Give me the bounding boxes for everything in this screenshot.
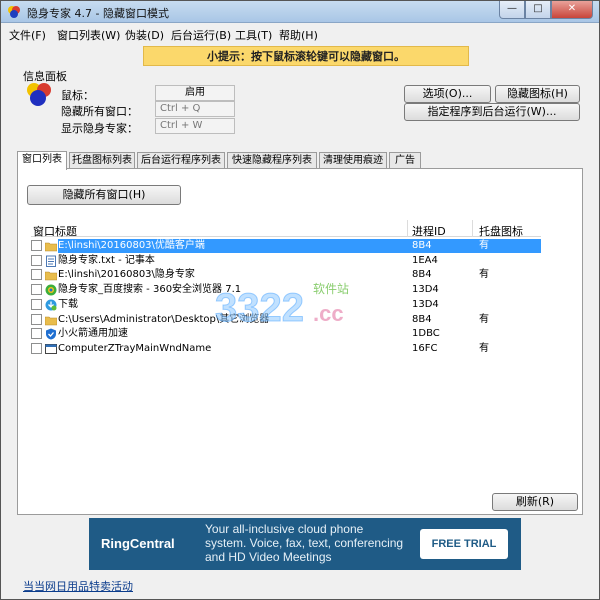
tab-quick-hide[interactable]: 快速隐藏程序列表 (227, 152, 317, 169)
mouse-label: 鼠标： (61, 89, 94, 102)
row-title: 小火箭通用加速 (58, 328, 128, 339)
hide-icon-button[interactable]: 隐藏图标(H) (495, 85, 580, 103)
row-title: 下载 (58, 299, 78, 310)
ad-banner[interactable]: RingCentral Your all-inclusive cloud pho… (89, 518, 521, 570)
table-row[interactable]: 小火箭通用加速 1DBC (31, 327, 541, 341)
row-title: 隐身专家.txt - 记事本 (58, 255, 155, 266)
row-tray: 有 (479, 269, 489, 280)
tab-ads[interactable]: 广告 (389, 152, 421, 169)
grid-header: 窗口标题 进程ID 托盘图标 (31, 220, 541, 239)
table-row[interactable]: E:\linshi\20160803\优酷客户端 8B4 有 (31, 239, 541, 253)
menu-window-list[interactable]: 窗口列表(W) (57, 27, 120, 43)
menu-disguise[interactable]: 伪装(D) (125, 27, 164, 43)
row-tray: 有 (479, 314, 489, 325)
row-pid: 1DBC (412, 328, 440, 339)
row-title: C:\Users\Administrator\Desktop\其它浏览器 (58, 314, 270, 325)
row-checkbox[interactable] (31, 284, 42, 295)
row-checkbox[interactable] (31, 314, 42, 325)
row-checkbox[interactable] (31, 299, 42, 310)
free-trial-button[interactable]: FREE TRIAL (420, 529, 508, 559)
maximize-button[interactable]: □ (525, 1, 551, 19)
row-tray: 有 (479, 240, 489, 251)
table-row[interactable]: C:\Users\Administrator\Desktop\其它浏览器 8B4 有 (31, 313, 541, 327)
show-label: 显示隐身专家： (61, 122, 138, 135)
table-row[interactable]: 隐身专家_百度搜索 - 360安全浏览器 7.1 13D4 (31, 283, 541, 297)
row-pid: 1EA4 (412, 255, 438, 266)
row-pid: 8B4 (412, 314, 432, 325)
menu-help[interactable]: 帮助(H) (279, 27, 318, 43)
ad-logo: RingCentral (101, 536, 175, 551)
row-checkbox[interactable] (31, 269, 42, 280)
notepad-icon (45, 255, 57, 267)
row-pid: 13D4 (412, 299, 439, 310)
mouse-value: 启用 (155, 85, 235, 101)
menu-file[interactable]: 文件(F) (9, 27, 46, 43)
hint-banner: 小提示：按下鼠标滚轮键可以隐藏窗口。 (143, 46, 469, 66)
hide-all-hotkey[interactable]: Ctrl + Q (155, 101, 235, 117)
row-pid: 8B4 (412, 269, 432, 280)
menu-bar: 文件(F) 窗口列表(W) 伪装(D) 后台运行(B) 工具(T) 帮助(H) (1, 24, 599, 42)
row-tray: 有 (479, 343, 489, 354)
row-checkbox[interactable] (31, 328, 42, 339)
window-title: 隐身专家 4.7 - 隐藏窗口模式 (27, 7, 169, 20)
row-checkbox[interactable] (31, 343, 42, 354)
download-icon (45, 299, 57, 311)
run-background-button[interactable]: 指定程序到后台运行(W)... (404, 103, 580, 121)
window-icon (45, 343, 57, 355)
folder-icon (44, 240, 58, 252)
menu-tools[interactable]: 工具(T) (235, 27, 272, 43)
row-checkbox[interactable] (31, 255, 42, 266)
refresh-button[interactable]: 刷新(R) (492, 493, 578, 511)
folder-icon (44, 314, 58, 326)
row-checkbox[interactable] (31, 240, 42, 251)
ad-text: Your all-inclusive cloud phone system. V… (205, 522, 404, 564)
main-window: 隐身专家 4.7 - 隐藏窗口模式 — □ ✕ 文件(F) 窗口列表(W) 伪装… (0, 0, 600, 600)
app-icon (8, 6, 20, 18)
row-title: E:\linshi\20160803\优酷客户端 (58, 239, 408, 253)
options-button[interactable]: 选项(O)... (404, 85, 491, 103)
column-tray[interactable]: 托盘图标 (479, 223, 523, 239)
tab-background-programs[interactable]: 后台运行程序列表 (137, 152, 225, 169)
table-row[interactable]: ComputerZTrayMainWndName 16FC 有 (31, 342, 541, 356)
column-pid[interactable]: 进程ID (412, 223, 446, 239)
row-title: E:\linshi\20160803\隐身专家 (58, 269, 195, 280)
minimize-button[interactable]: — (499, 1, 525, 19)
table-row[interactable]: 隐身专家.txt - 记事本 1EA4 (31, 254, 541, 268)
show-hotkey[interactable]: Ctrl + W (155, 118, 235, 134)
hide-all-label: 隐藏所有窗口： (61, 105, 138, 118)
tab-clean-traces[interactable]: 清理使用痕迹 (319, 152, 387, 169)
row-pid: 13D4 (412, 284, 439, 295)
row-title: 隐身专家_百度搜索 - 360安全浏览器 7.1 (58, 284, 242, 295)
browser-icon (45, 284, 57, 296)
table-row[interactable]: E:\linshi\20160803\隐身专家 8B4 有 (31, 268, 541, 282)
menu-background-run[interactable]: 后台运行(B) (171, 27, 231, 43)
hide-all-windows-button[interactable]: 隐藏所有窗口(H) (27, 185, 181, 205)
promo-link[interactable]: 当当网日用品特卖活动 (23, 578, 133, 594)
tab-window-list[interactable]: 窗口列表 (17, 151, 67, 170)
column-title[interactable]: 窗口标题 (33, 223, 77, 239)
folder-icon (44, 269, 58, 281)
row-title: ComputerZTrayMainWndName (58, 343, 212, 354)
app-logo-icon (27, 83, 51, 106)
shield-icon (45, 328, 57, 340)
tab-tray-icons[interactable]: 托盘图标列表 (69, 152, 135, 169)
row-pid: 16FC (412, 343, 438, 354)
table-row[interactable]: 下载 13D4 (31, 298, 541, 312)
row-pid: 8B4 (412, 240, 432, 251)
close-button[interactable]: ✕ (551, 1, 593, 19)
title-bar[interactable]: 隐身专家 4.7 - 隐藏窗口模式 — □ ✕ (1, 1, 599, 23)
